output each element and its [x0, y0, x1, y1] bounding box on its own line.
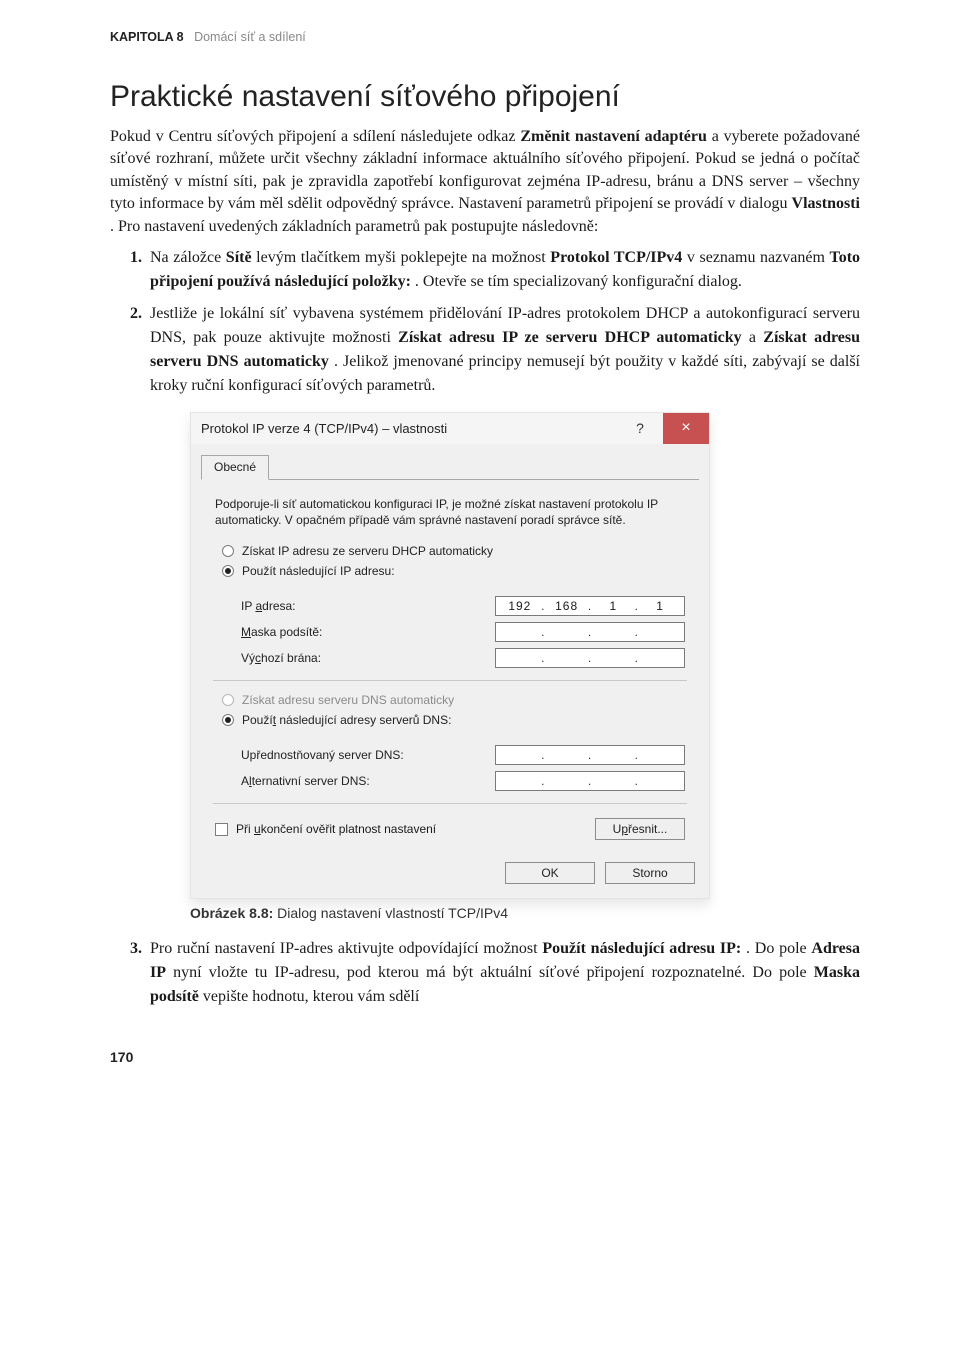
divider — [213, 680, 687, 681]
figure-caption: Obrázek 8.8: Dialog nastavení vlastností… — [190, 905, 860, 921]
advanced-button[interactable]: Upřesnit... — [595, 818, 685, 840]
radio-label: Použít následující adresy serverů DNS: — [242, 713, 451, 727]
default-gateway-label: Výchozí brána: — [241, 651, 485, 665]
titlebar: Protokol IP verze 4 (TCP/IPv4) – vlastno… — [191, 412, 709, 444]
subnet-mask-label: Maska podsítě: — [241, 625, 485, 639]
text: Pokud v Centru síťových připojení a sdíl… — [110, 128, 520, 145]
steps-list: Na záložce Sítě levým tlačítkem myši pok… — [110, 246, 860, 398]
figure-label: Obrázek 8.8: — [190, 905, 273, 921]
dns-alternate-label: Alternativní server DNS: — [241, 774, 485, 788]
chapter-number: KAPITOLA 8 — [110, 30, 184, 44]
text: levým tlačítkem myši poklepejte na možno… — [256, 249, 550, 266]
radio-icon — [222, 565, 234, 577]
ui-term: Změnit nastavení adaptéru — [520, 128, 707, 145]
radio-ip-auto[interactable]: Získat IP adresu ze serveru DHCP automat… — [222, 541, 684, 561]
dialog-intro: Podporuje-li síť automatickou konfigurac… — [215, 496, 685, 528]
ip-octet: 192 — [500, 599, 540, 613]
radio-label: Získat IP adresu ze serveru DHCP automat… — [242, 544, 493, 558]
ui-term: Protokol TCP/IPv4 — [550, 249, 682, 266]
ip-address-label: IP adresa: — [241, 599, 485, 613]
ip-address-input[interactable]: 192. 168. 1. 1 — [495, 596, 685, 616]
text: vepište hodnotu, kterou vám sdělí — [203, 988, 419, 1005]
checkbox-label: Při ukončení ověřit platnost nastavení — [236, 822, 436, 836]
page-number: 170 — [110, 1049, 860, 1065]
divider — [213, 803, 687, 804]
dns-radio-group: Získat adresu serveru DNS automaticky Po… — [215, 689, 685, 739]
close-icon: × — [681, 419, 690, 437]
intro-paragraph: Pokud v Centru síťových připojení a sdíl… — [110, 126, 860, 238]
default-gateway-input[interactable]: . . . — [495, 648, 685, 668]
radio-dns-manual[interactable]: Použít následující adresy serverů DNS: — [222, 710, 684, 730]
checkbox-icon — [215, 823, 228, 836]
tab-content: Podporuje-li síť automatickou konfigurac… — [201, 480, 699, 850]
radio-ip-manual[interactable]: Použít následující IP adresu: — [222, 561, 684, 581]
ip-octet: 1 — [640, 599, 680, 613]
page: KAPITOLA 8 Domácí síť a sdílení Praktick… — [0, 0, 960, 1105]
dns-preferred-input[interactable]: . . . — [495, 745, 685, 765]
radio-icon — [222, 694, 234, 706]
tab-bar: Obecné — [201, 454, 699, 480]
text: a — [749, 329, 763, 346]
ip-octet: 1 — [594, 599, 634, 613]
radio-icon — [222, 714, 234, 726]
step-3: Pro ruční nastavení IP-adres aktivujte o… — [150, 937, 860, 1009]
text: nyní vložte tu IP-adresu, pod kterou má … — [173, 964, 814, 981]
text: . Otevře se tím specializovaný konfigura… — [415, 273, 742, 290]
bottom-row: Při ukončení ověřit platnost nastavení U… — [215, 812, 685, 840]
ip-radio-group: Získat IP adresu ze serveru DHCP automat… — [215, 540, 685, 590]
help-icon: ? — [636, 420, 644, 436]
text: Pro ruční nastavení IP-adres aktivujte o… — [150, 940, 542, 957]
dialog-footer: OK Storno — [191, 850, 709, 898]
text: . Do pole — [746, 940, 811, 957]
running-header: KAPITOLA 8 Domácí síť a sdílení — [110, 30, 860, 44]
close-button[interactable]: × — [663, 413, 709, 444]
steps-list-continued: Pro ruční nastavení IP-adres aktivujte o… — [110, 937, 860, 1009]
figure-text: Dialog nastavení vlastností TCP/IPv4 — [273, 905, 508, 921]
ip-octet: 168 — [547, 599, 587, 613]
subnet-mask-input[interactable]: . . . — [495, 622, 685, 642]
ip-fields: IP adresa: 192. 168. 1. 1 Maska podsítě:… — [215, 590, 685, 672]
radio-label: Použít následující IP adresu: — [242, 564, 395, 578]
step-1: Na záložce Sítě levým tlačítkem myši pok… — [150, 246, 860, 294]
dialog-title: Protokol IP verze 4 (TCP/IPv4) – vlastno… — [191, 413, 617, 444]
dns-alternate-input[interactable]: . . . — [495, 771, 685, 791]
tab-general[interactable]: Obecné — [201, 455, 269, 480]
validate-checkbox[interactable]: Při ukončení ověřit platnost nastavení — [215, 822, 436, 836]
text: Na záložce — [150, 249, 226, 266]
text: v seznamu nazvaném — [687, 249, 830, 266]
help-button[interactable]: ? — [617, 413, 663, 444]
ui-term: Získat adresu IP ze serveru DHCP automat… — [398, 329, 742, 346]
section-title: Praktické nastavení síťového připojení — [110, 80, 860, 114]
radio-icon — [222, 545, 234, 557]
dns-fields: Upřednostňovaný server DNS: . . . Altern… — [215, 739, 685, 795]
cancel-button[interactable]: Storno — [605, 862, 695, 884]
radio-label: Získat adresu serveru DNS automaticky — [242, 693, 454, 707]
ui-term: Sítě — [226, 249, 252, 266]
step-2: Jestliže je lokální síť vybavena systéme… — [150, 302, 860, 398]
ui-term: Použít následující adresu IP: — [542, 940, 741, 957]
ui-term: Vlastnosti — [792, 195, 860, 212]
chapter-title: Domácí síť a sdílení — [194, 30, 306, 44]
ok-button[interactable]: OK — [505, 862, 595, 884]
ipv4-properties-dialog: Protokol IP verze 4 (TCP/IPv4) – vlastno… — [190, 412, 710, 899]
dns-preferred-label: Upřednostňovaný server DNS: — [241, 748, 485, 762]
dialog-figure: Protokol IP verze 4 (TCP/IPv4) – vlastno… — [190, 412, 710, 899]
text: . Pro nastavení uvedených základních par… — [110, 218, 598, 235]
radio-dns-auto[interactable]: Získat adresu serveru DNS automaticky — [222, 690, 684, 710]
tab-area: Obecné Podporuje-li síť automatickou kon… — [191, 444, 709, 850]
button-label: Upřesnit... — [613, 822, 668, 836]
